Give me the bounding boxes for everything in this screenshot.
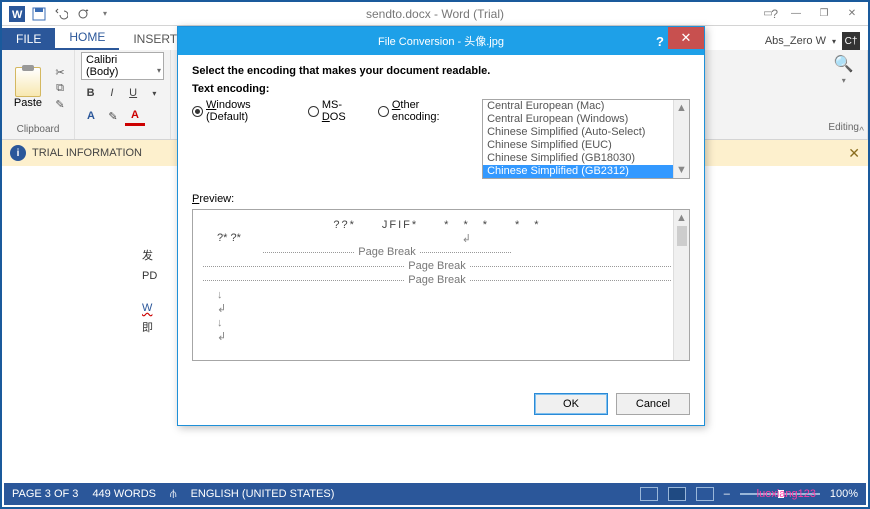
cancel-button[interactable]: Cancel [616,393,690,415]
list-item[interactable]: Chinese Simplified (Auto-Select) [483,126,689,139]
listbox-scrollbar[interactable]: ▲▼ [673,100,689,178]
save-icon[interactable] [28,4,50,24]
underline-button[interactable]: U [124,83,143,103]
preview-scrollbar[interactable]: ▲ [673,210,689,360]
preview-text: ??* JFIF* * * * * * [203,216,671,232]
radio-windows-default[interactable]: Windows (Default) [192,99,296,123]
group-clipboard: Paste ✂ ⧉ ✎ Clipboard [2,50,75,139]
radio-dot-icon [192,106,203,117]
word-icon[interactable]: W [6,4,28,24]
font-name-select[interactable]: Calibri (Body) [81,52,164,80]
dialog-help-icon[interactable]: ? [656,34,664,49]
web-layout-icon[interactable] [696,487,714,501]
find-icon[interactable]: 🔍 [834,54,854,74]
group-font: Calibri (Body) B I U ▾ A ✎ A [75,50,171,139]
clipboard-icon [15,67,41,97]
paste-button[interactable]: Paste [8,67,48,109]
info-icon: i [10,145,26,161]
bold-button[interactable]: B [81,83,100,103]
page-break-marker: Page Break [263,246,511,258]
list-item[interactable]: Chinese Simplified (GB2312) [483,165,689,178]
redo-icon[interactable] [72,4,94,24]
collapse-ribbon-icon[interactable]: ^ [859,126,864,137]
copy-icon[interactable]: ⧉ [52,81,68,95]
font-more-icon[interactable]: ▾ [145,83,164,103]
word-count[interactable]: 449 WORDS [92,488,156,500]
quick-access-toolbar: W ▾ sendto.docx - Word (Trial) ? ▭ — ❐ ✕ [2,2,868,26]
trial-label: TRIAL INFORMATION [32,147,142,159]
clipboard-group-label: Clipboard [8,124,68,137]
spellcheck-icon[interactable]: ⫛ [170,488,177,501]
ribbon-display-icon[interactable]: ▭ [754,5,782,23]
trial-close-button[interactable]: ✕ [848,145,860,162]
read-mode-icon[interactable] [640,487,658,501]
dialog-titlebar[interactable]: File Conversion - 头像.jpg ? ✕ [178,27,704,55]
preview-text: ↓↲↓↲ [203,288,671,344]
tab-file[interactable]: FILE [2,28,55,50]
close-button[interactable]: ✕ [838,5,866,23]
window-title: sendto.docx - Word (Trial) [366,7,504,21]
file-conversion-dialog: File Conversion - 头像.jpg ? ✕ Select the … [177,26,705,426]
paste-label: Paste [14,97,42,109]
watermark-text: luoxiang123 [757,488,816,500]
print-layout-icon[interactable] [668,487,686,501]
svg-text:W: W [12,9,23,21]
page-break-marker: Page Break [203,274,671,286]
text-encoding-label: Text encoding: [192,83,690,95]
account-avatar-icon[interactable]: C† [842,32,860,50]
dialog-instruction: Select the encoding that makes your docu… [192,65,690,77]
editing-group-label: Editing [828,122,859,135]
radio-dot-icon [378,106,389,117]
text-effects-icon[interactable]: A [81,106,101,126]
tab-home[interactable]: HOME [55,26,119,50]
radio-dot-icon [308,106,319,117]
encoding-listbox[interactable]: Central European (Mac) Central European … [482,99,690,179]
account-area[interactable]: Abs_Zero W ▾ C† [765,32,860,50]
dialog-title: File Conversion - 头像.jpg [378,33,504,49]
preview-label: Preview: [192,193,690,205]
list-item[interactable]: Chinese Simplified (GB18030) [483,152,689,165]
highlight-icon[interactable]: ✎ [103,106,123,126]
list-item[interactable]: Central European (Windows) [483,113,689,126]
status-bar: PAGE 3 OF 3 449 WORDS ⫛ ENGLISH (UNITED … [4,483,866,505]
cut-icon[interactable]: ✂ [52,65,68,79]
account-name: Abs_Zero W [765,35,826,47]
zoom-level[interactable]: 100% [830,488,858,500]
list-item[interactable]: Central European (Mac) [483,100,689,113]
qat-customize-icon[interactable]: ▾ [94,4,116,24]
list-item[interactable]: Chinese Simplified (EUC) [483,139,689,152]
page-break-marker: Page Break [203,260,671,272]
format-painter-icon[interactable]: ✎ [52,97,68,111]
account-dropdown-icon: ▾ [832,37,836,46]
ok-button[interactable]: OK [534,393,608,415]
page-indicator[interactable]: PAGE 3 OF 3 [12,488,78,500]
dialog-close-button[interactable]: ✕ [668,27,704,49]
radio-other-encoding[interactable]: Other encoding: [378,99,470,123]
undo-icon[interactable] [50,4,72,24]
language-indicator[interactable]: ENGLISH (UNITED STATES) [191,488,335,500]
radio-ms-dos[interactable]: MS-DOS [308,99,366,123]
minimize-button[interactable]: — [782,5,810,23]
maximize-button[interactable]: ❐ [810,5,838,23]
preview-panel: ??* JFIF* * * * * * ?* ?*↲ Page Break Pa… [192,209,690,361]
preview-text: ?* ?*↲ [203,232,671,244]
font-color-icon[interactable]: A [125,106,145,126]
italic-button[interactable]: I [102,83,121,103]
zoom-out-button[interactable]: – [724,488,730,500]
